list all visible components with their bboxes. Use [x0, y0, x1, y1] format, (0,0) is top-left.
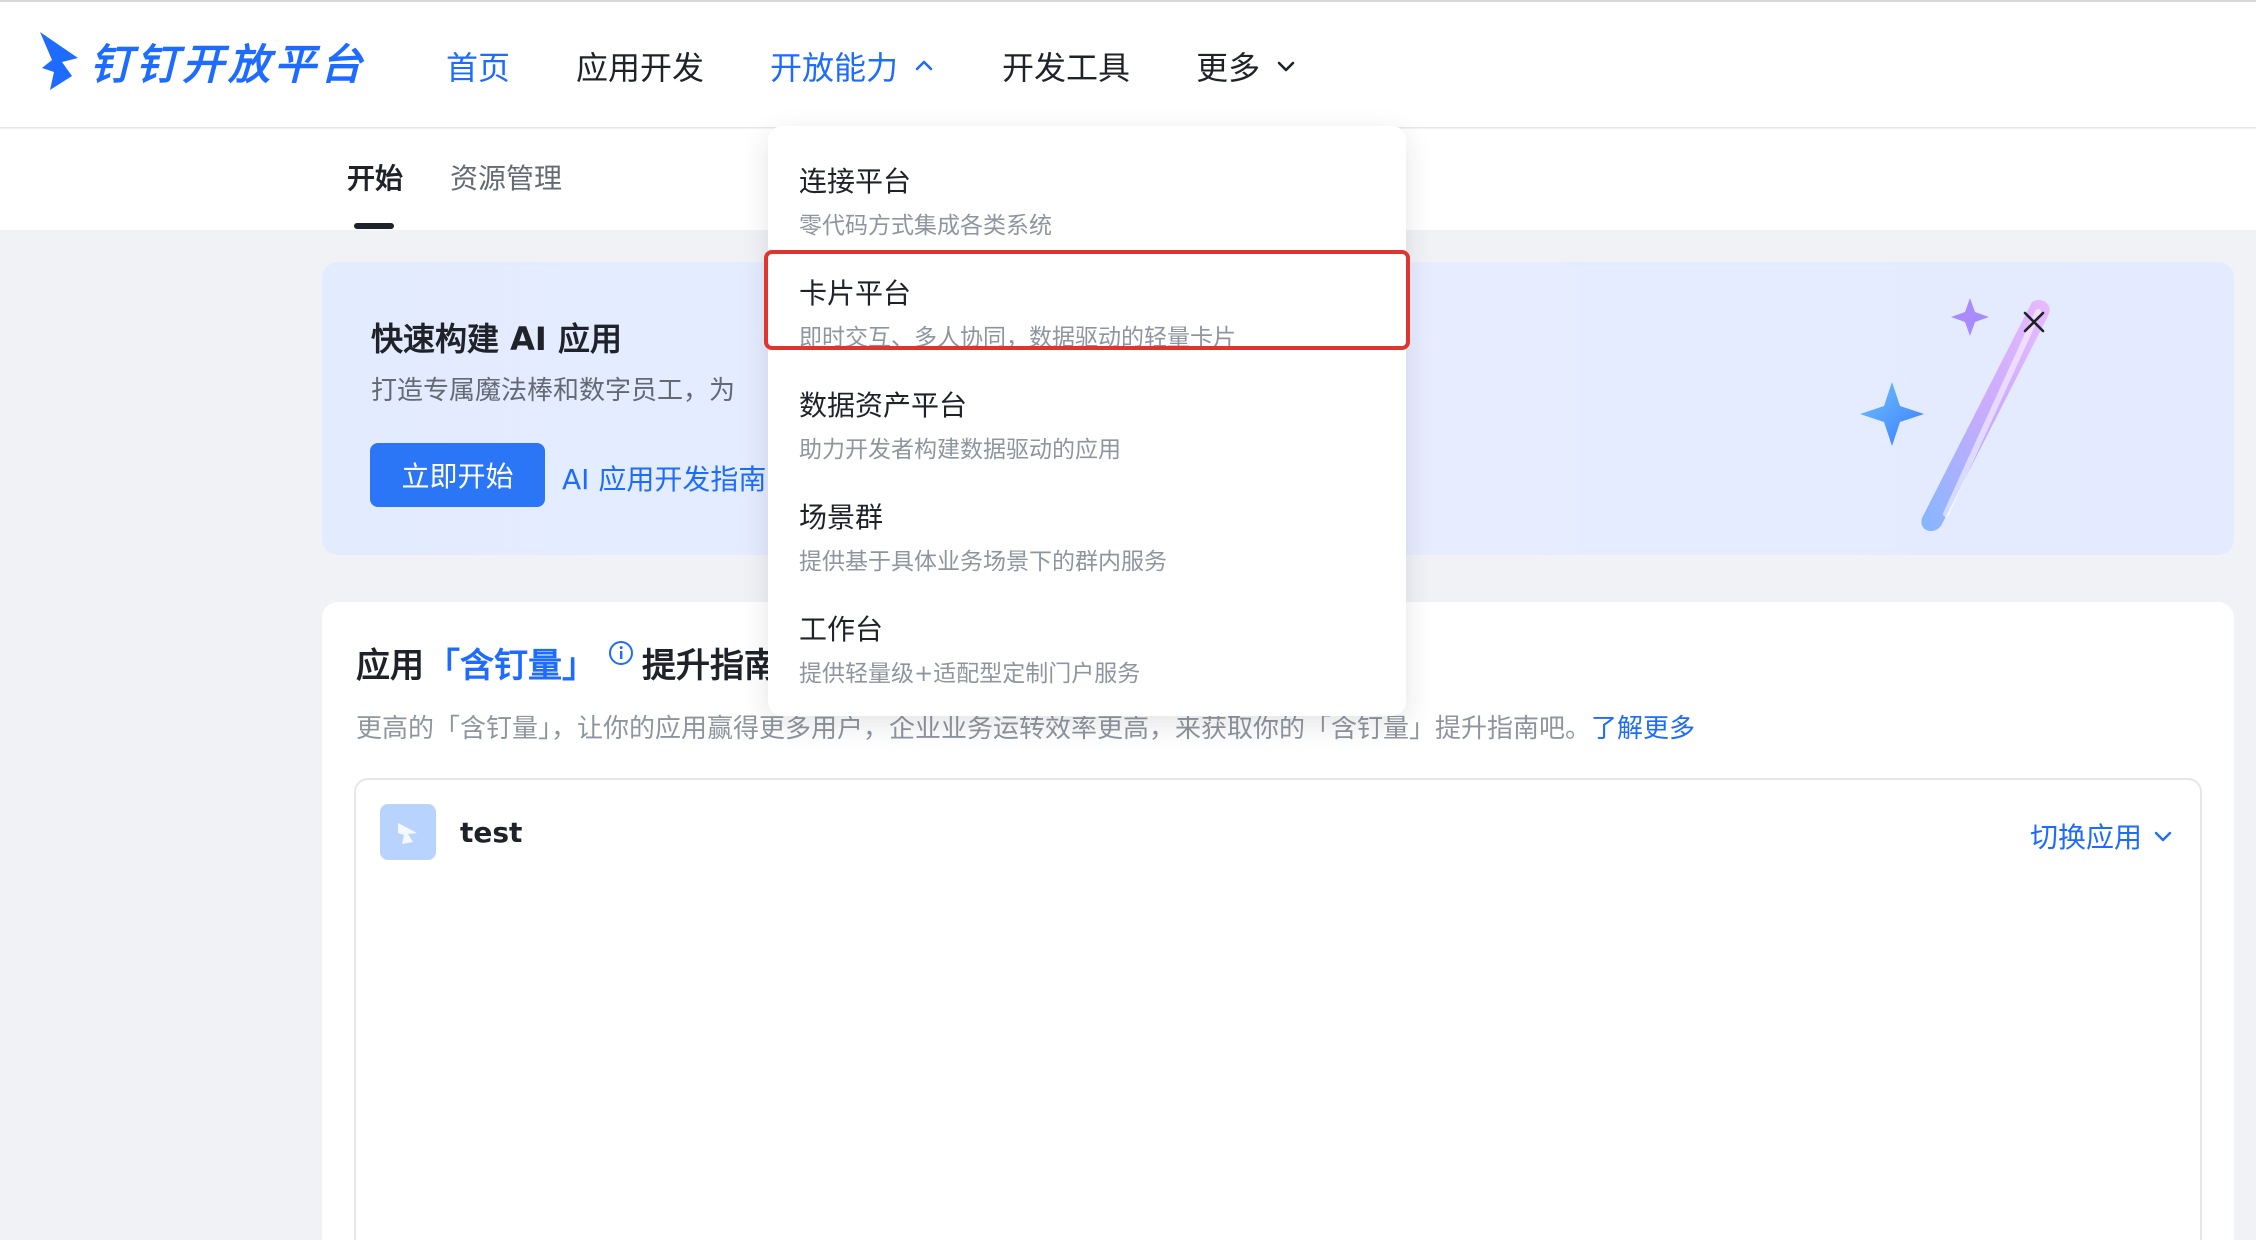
switch-app-label: 切换应用	[2029, 821, 2142, 854]
card-description-text: 更高的「含钉量」，让你的应用赢得更多用户，企业业务运转效率更高，来获取你的「含钉…	[356, 714, 1592, 744]
nav-item-more[interactable]: 更多	[1196, 43, 1298, 89]
banner-description: 打造专属魔法棒和数字员工，为	[371, 376, 736, 406]
menu-item-description: 即时交互、多人协同，数据驱动的轻量卡片	[799, 325, 1236, 351]
menu-item-description: 助力开发者构建数据驱动的应用	[799, 437, 1121, 463]
menu-item-description: 提供基于具体业务场景下的群内服务	[799, 549, 1167, 575]
active-tab-indicator	[354, 223, 394, 229]
close-icon[interactable]	[2014, 302, 2054, 342]
menu-item-description: 零代码方式集成各类系统	[799, 213, 1052, 239]
learn-more-link[interactable]: 了解更多	[1591, 714, 1695, 744]
banner-title: 快速构建 AI 应用	[371, 320, 622, 358]
brand-logo[interactable]: 钉钉开放平台	[38, 26, 366, 96]
main-nav: 首页 应用开发 开放能力 开发工具 更多	[446, 2, 1364, 130]
info-icon[interactable]	[608, 640, 634, 666]
app-avatar	[380, 804, 436, 860]
menu-item-title: 卡片平台	[799, 277, 912, 310]
top-navigation-bar: 钉钉开放平台 首页 应用开发 开放能力 开发工具 更多	[0, 0, 2256, 128]
card-title: 应用 「含钉量」 提升指南	[356, 638, 778, 687]
menu-item-card-platform[interactable]: 卡片平台 即时交互、多人协同，数据驱动的轻量卡片	[768, 238, 1406, 351]
nav-item-label: 更多	[1196, 49, 1261, 87]
nav-item-label: 开发工具	[1002, 49, 1131, 87]
menu-item-title: 数据资产平台	[799, 389, 968, 422]
menu-item-scene-group[interactable]: 场景群 提供基于具体业务场景下的群内服务	[768, 462, 1406, 575]
nav-item-label: 应用开发	[576, 49, 705, 87]
app-name: test	[460, 816, 523, 849]
nav-item-dev-tools[interactable]: 开发工具	[1002, 43, 1130, 89]
app-placeholder-icon	[398, 823, 417, 844]
start-now-button[interactable]: 立即开始	[370, 443, 545, 507]
card-title-prefix: 应用	[356, 646, 424, 686]
menu-item-connect-platform[interactable]: 连接平台 零代码方式集成各类系统	[768, 126, 1406, 239]
ai-dev-guide-link[interactable]: AI 应用开发指南	[562, 458, 766, 498]
nav-item-open-capabilities[interactable]: 开放能力	[770, 43, 936, 89]
open-capabilities-dropdown: 连接平台 零代码方式集成各类系统 卡片平台 即时交互、多人协同，数据驱动的轻量卡…	[768, 126, 1406, 716]
chevron-down-icon	[2154, 831, 2172, 842]
menu-item-data-asset-platform[interactable]: 数据资产平台 助力开发者构建数据驱动的应用	[768, 350, 1406, 463]
switch-app-button[interactable]: 切换应用	[2030, 816, 2174, 856]
dingtalk-logo-icon	[40, 32, 78, 90]
chevron-up-icon	[915, 60, 933, 71]
card-title-highlight: 「含钉量」	[426, 646, 596, 686]
card-title-suffix: 提升指南	[642, 646, 778, 686]
chevron-down-icon	[1277, 61, 1295, 72]
tab-resource-management[interactable]: 资源管理	[450, 157, 562, 197]
menu-item-description: 提供轻量级+适配型定制门户服务	[799, 661, 1141, 687]
nav-item-home[interactable]: 首页	[446, 43, 510, 89]
menu-item-title: 场景群	[799, 501, 884, 534]
tab-start[interactable]: 开始	[347, 157, 403, 197]
menu-item-title: 工作台	[799, 613, 884, 646]
menu-item-workbench[interactable]: 工作台 提供轻量级+适配型定制门户服务	[768, 574, 1406, 687]
nav-item-label: 开放能力	[770, 49, 899, 87]
brand-name: 钉钉开放平台	[90, 39, 367, 89]
nav-item-label: 首页	[446, 49, 511, 87]
selected-app-panel: test 切换应用	[354, 778, 2202, 1240]
nav-item-app-development[interactable]: 应用开发	[576, 43, 704, 89]
menu-item-title: 连接平台	[799, 165, 912, 198]
